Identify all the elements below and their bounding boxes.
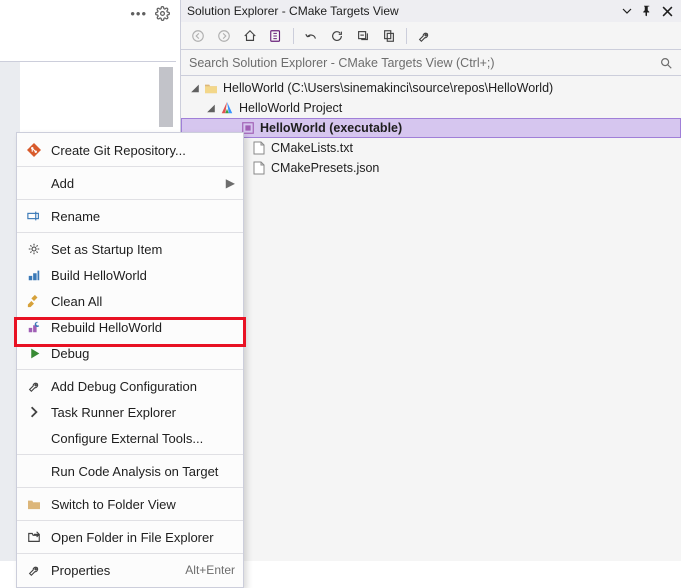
menu-open-folder-in-file-explorer[interactable]: Open Folder in File Explorer: [17, 524, 243, 550]
panel-toolbar: [181, 22, 681, 50]
separator: [293, 28, 294, 44]
folder-switch-icon: [25, 495, 43, 513]
search-box[interactable]: Search Solution Explorer - CMake Targets…: [181, 50, 681, 76]
switch-views-icon[interactable]: [265, 25, 287, 47]
menu-label: Add: [51, 176, 226, 191]
menu-label: Properties: [51, 563, 185, 578]
wrench-icon: [25, 377, 43, 395]
menu-label: Task Runner Explorer: [51, 405, 235, 420]
refresh-icon[interactable]: [326, 25, 348, 47]
menu-separator: [17, 199, 243, 200]
collapse-all-icon[interactable]: [352, 25, 374, 47]
play-icon: [25, 344, 43, 362]
menu-label: Build HelloWorld: [51, 268, 235, 283]
icon-spacer: [25, 462, 43, 480]
wrench-icon: [25, 561, 43, 579]
menu-separator: [17, 454, 243, 455]
editor-area-left: •••: [0, 0, 176, 62]
close-icon[interactable]: [659, 3, 675, 19]
undo-icon[interactable]: [300, 25, 322, 47]
context-menu: Create Git Repository... Add ▶ Rename Se…: [16, 132, 244, 588]
menu-separator: [17, 166, 243, 167]
tree-label: CMakeLists.txt: [267, 141, 353, 155]
menu-clean-all[interactable]: Clean All: [17, 288, 243, 314]
submenu-arrow-icon: ▶: [226, 176, 235, 190]
menu-rebuild[interactable]: Rebuild HelloWorld: [17, 314, 243, 340]
panel-title: Solution Explorer - CMake Targets View: [187, 4, 615, 18]
menu-shortcut: Alt+Enter: [185, 563, 235, 577]
rename-icon: [25, 207, 43, 225]
menu-label: Clean All: [51, 294, 235, 309]
menu-separator: [17, 553, 243, 554]
menu-separator: [17, 520, 243, 521]
menu-separator: [17, 369, 243, 370]
menu-run-code-analysis[interactable]: Run Code Analysis on Target: [17, 458, 243, 484]
menu-label: Create Git Repository...: [51, 143, 235, 158]
tree-project[interactable]: ◢ HelloWorld Project: [181, 98, 681, 118]
chevron-right-icon: [25, 403, 43, 421]
file-icon: [251, 160, 267, 176]
git-icon: [25, 141, 43, 159]
build-icon: [25, 266, 43, 284]
nav-forward-icon[interactable]: [213, 25, 235, 47]
window-menu-icon[interactable]: [619, 3, 635, 19]
menu-add[interactable]: Add ▶: [17, 170, 243, 196]
tree-label: HelloWorld Project: [235, 101, 342, 115]
menu-rename[interactable]: Rename: [17, 203, 243, 229]
icon-spacer: [25, 174, 43, 192]
menu-label: Open Folder in File Explorer: [51, 530, 235, 545]
show-all-files-icon[interactable]: [378, 25, 400, 47]
menu-set-as-startup-item[interactable]: Set as Startup Item: [17, 236, 243, 262]
menu-switch-to-folder-view[interactable]: Switch to Folder View: [17, 491, 243, 517]
panel-titlebar[interactable]: Solution Explorer - CMake Targets View: [181, 0, 681, 22]
gear-icon: [25, 240, 43, 258]
tree-executable-selected[interactable]: HelloWorld (executable): [181, 118, 681, 138]
menu-label: Configure External Tools...: [51, 431, 235, 446]
tree: ◢ HelloWorld (C:\Users\sinemakinci\sourc…: [181, 76, 681, 561]
menu-label: Run Code Analysis on Target: [51, 464, 235, 479]
tree-file[interactable]: CMakeLists.txt: [181, 138, 681, 158]
properties-toolbar-icon[interactable]: [413, 25, 435, 47]
file-icon: [251, 140, 267, 156]
menu-separator: [17, 232, 243, 233]
menu-label: Switch to Folder View: [51, 497, 235, 512]
menu-separator: [17, 487, 243, 488]
gear-icon[interactable]: [155, 6, 170, 21]
rebuild-icon: [25, 318, 43, 336]
open-folder-icon: [25, 528, 43, 546]
tree-file[interactable]: CMakePresets.json: [181, 158, 681, 178]
expander-icon[interactable]: ◢: [189, 83, 201, 94]
menu-configure-external-tools[interactable]: Configure External Tools...: [17, 425, 243, 451]
tree-label: CMakePresets.json: [267, 161, 379, 175]
tree-label: HelloWorld (C:\Users\sinemakinci\source\…: [219, 81, 553, 95]
icon-spacer: [25, 429, 43, 447]
home-icon[interactable]: [239, 25, 261, 47]
folder-icon: [203, 80, 219, 96]
menu-label: Add Debug Configuration: [51, 379, 235, 394]
separator: [406, 28, 407, 44]
menu-label: Rename: [51, 209, 235, 224]
menu-label: Rebuild HelloWorld: [51, 320, 235, 335]
nav-back-icon[interactable]: [187, 25, 209, 47]
menu-task-runner-explorer[interactable]: Task Runner Explorer: [17, 399, 243, 425]
broom-icon: [25, 292, 43, 310]
tree-root[interactable]: ◢ HelloWorld (C:\Users\sinemakinci\sourc…: [181, 78, 681, 98]
search-icon[interactable]: [659, 56, 673, 70]
tree-label: HelloWorld (executable): [256, 121, 402, 135]
menu-add-debug-configuration[interactable]: Add Debug Configuration: [17, 373, 243, 399]
expander-icon[interactable]: ◢: [205, 103, 217, 114]
more-icon[interactable]: •••: [130, 6, 147, 21]
menu-label: Debug: [51, 346, 235, 361]
menu-label: Set as Startup Item: [51, 242, 235, 257]
solution-explorer-panel: Solution Explorer - CMake Targets View S…: [180, 0, 681, 561]
pin-icon[interactable]: [639, 3, 655, 19]
menu-build[interactable]: Build HelloWorld: [17, 262, 243, 288]
menu-debug[interactable]: Debug: [17, 340, 243, 366]
scrollbar-thumb[interactable]: [159, 67, 173, 127]
menu-create-git-repository[interactable]: Create Git Repository...: [17, 137, 243, 163]
cmake-project-icon: [219, 100, 235, 116]
search-placeholder: Search Solution Explorer - CMake Targets…: [189, 56, 659, 70]
